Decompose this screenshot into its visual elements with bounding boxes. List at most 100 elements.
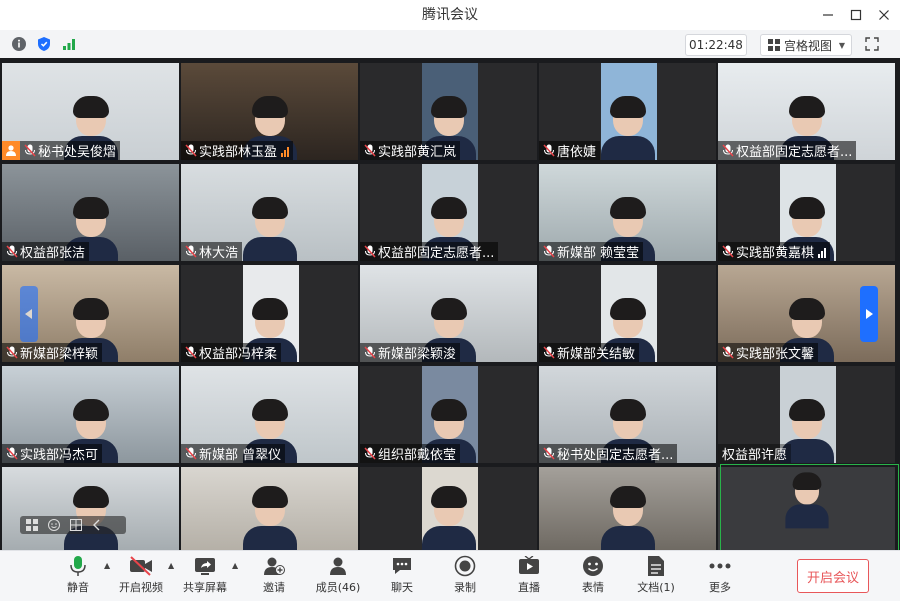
meeting-toolbar: 静音 ▲ 开启视频 ▲ 共享屏幕 ▲ 邀请 成员(46) 聊天 录制 直播 表情… <box>0 550 900 601</box>
participant-name-tag: 秘书处吴俊熠 <box>2 141 121 160</box>
meeting-timer: 01:22:48 <box>685 34 747 56</box>
participant-tile[interactable] <box>360 467 537 550</box>
video-tile-controls <box>20 516 126 534</box>
participant-name-tag: 实践部张文馨 <box>718 343 819 362</box>
chat-button[interactable]: 聊天 <box>384 554 420 598</box>
prev-page-button[interactable] <box>20 286 38 342</box>
invite-label: 邀请 <box>263 581 285 594</box>
muted-mic-icon <box>720 244 736 260</box>
leave-meeting-button[interactable]: 开启会议 <box>797 559 869 593</box>
participant-figure <box>600 96 655 160</box>
participant-tile[interactable]: 权益部许愿 <box>718 366 895 463</box>
participant-name: 权益部固定志愿者... <box>378 246 495 261</box>
grid-small-button[interactable] <box>70 519 82 531</box>
participant-tile[interactable] <box>539 467 716 550</box>
muted-mic-icon <box>183 143 199 159</box>
muted-mic-icon <box>362 446 378 462</box>
live-stream-icon <box>519 556 539 574</box>
participant-name: 权益部冯梓柔 <box>199 347 278 362</box>
layout-toggle-button[interactable] <box>26 519 38 531</box>
participant-name-tag: 新媒部梁颖浚 <box>360 343 461 362</box>
participant-tile[interactable]: 实践部林玉盈 <box>181 63 358 160</box>
muted-mic-icon <box>4 446 20 462</box>
participant-name: 秘书处固定志愿者... <box>557 448 674 463</box>
participant-tile[interactable]: 新媒部 赖莹莹 <box>539 164 716 261</box>
participant-name-tag: 新媒部关结敏 <box>539 343 640 362</box>
mute-button[interactable]: 静音 <box>58 554 98 598</box>
muted-mic-icon <box>541 446 557 462</box>
maximize-button[interactable] <box>845 5 867 25</box>
participant-name-tag: 组织部戴依莹 <box>360 444 461 463</box>
fullscreen-button[interactable] <box>862 35 882 53</box>
participant-tile[interactable]: 新媒部梁颖浚 <box>360 265 537 362</box>
mute-label: 静音 <box>67 581 89 594</box>
participant-tile[interactable]: 秘书处固定志愿者... <box>539 366 716 463</box>
collapse-controls-button[interactable] <box>92 519 100 531</box>
start-video-button[interactable]: 开启视频 <box>118 554 164 598</box>
participant-name: 组织部戴依莹 <box>378 448 457 463</box>
more-label: 更多 <box>709 581 731 594</box>
view-mode-dropdown[interactable]: 宫格视图 ▼ <box>760 34 852 56</box>
muted-mic-icon <box>183 446 199 462</box>
microphone-icon <box>70 556 86 576</box>
signal-icon <box>63 39 75 50</box>
muted-mic-icon <box>183 345 199 361</box>
participant-name-tag: 实践部林玉盈 <box>181 141 294 160</box>
muted-mic-icon <box>720 143 736 159</box>
share-screen-button[interactable]: 共享屏幕 <box>182 554 228 598</box>
participant-tile[interactable]: 实践部黄嘉棋 <box>718 164 895 261</box>
docs-label: 文档(1) <box>637 581 675 594</box>
participant-tile[interactable] <box>181 467 358 550</box>
info-icon <box>12 37 26 51</box>
participant-tile[interactable]: 组织部戴依莹 <box>360 366 537 463</box>
participant-name: 新媒部 赖莹莹 <box>557 246 640 261</box>
share-options-caret[interactable]: ▲ <box>232 561 238 570</box>
participant-name: 唐依婕 <box>557 145 597 160</box>
participant-tile[interactable] <box>2 467 179 550</box>
participant-name: 实践部林玉盈 <box>199 145 278 160</box>
security-button[interactable] <box>35 35 53 53</box>
next-page-button[interactable] <box>860 286 878 342</box>
participant-tile[interactable]: 秘书处吴俊熠 <box>2 63 179 160</box>
active-speaker-frame <box>720 464 899 552</box>
meeting-info-button[interactable] <box>10 35 28 53</box>
participant-tile[interactable]: 林大浩 <box>181 164 358 261</box>
participant-name: 权益部固定志愿者... <box>736 145 853 160</box>
muted-mic-icon <box>541 345 557 361</box>
participant-name-tag: 权益部冯梓柔 <box>181 343 282 362</box>
record-button[interactable]: 录制 <box>447 554 483 598</box>
participant-name: 秘书处吴俊熠 <box>38 145 117 160</box>
network-status-button[interactable] <box>60 35 78 53</box>
participant-tile[interactable]: 实践部冯杰可 <box>2 366 179 463</box>
participant-tile[interactable]: 实践部黄汇岚 <box>360 63 537 160</box>
share-screen-icon <box>195 558 215 575</box>
video-options-caret[interactable]: ▲ <box>168 561 174 570</box>
beauty-button[interactable] <box>48 519 60 531</box>
audio-level-icon <box>818 246 827 258</box>
more-button[interactable]: 更多 <box>702 554 738 598</box>
chevron-right-icon <box>866 309 873 319</box>
grid-icon <box>70 519 82 531</box>
invite-button[interactable]: 邀请 <box>256 554 292 598</box>
participant-tile[interactable]: 权益部固定志愿者... <box>718 63 895 160</box>
participant-figure <box>421 486 476 550</box>
participant-tile[interactable]: 权益部张洁 <box>2 164 179 261</box>
record-label: 录制 <box>454 581 476 594</box>
video-grid: 权益部许愿 秘书处固定志愿者... 组织部戴依莹 新媒部 曾翠仪 实践部冯杰可 实践部张文… <box>0 58 900 552</box>
participant-tile[interactable]: 新媒部关结敏 <box>539 265 716 362</box>
minimize-button[interactable] <box>817 5 839 25</box>
camera-off-icon <box>130 556 152 576</box>
emoji-button[interactable]: 表情 <box>575 554 611 598</box>
audio-options-caret[interactable]: ▲ <box>104 561 110 570</box>
participant-tile[interactable]: 新媒部 曾翠仪 <box>181 366 358 463</box>
participant-tile[interactable]: 唐依婕 <box>539 63 716 160</box>
members-button[interactable]: 成员(46) <box>313 554 363 598</box>
start-video-label: 开启视频 <box>119 581 163 594</box>
docs-button[interactable]: 文档(1) <box>634 554 678 598</box>
participant-tile[interactable]: 权益部固定志愿者... <box>360 164 537 261</box>
participant-tile[interactable]: 权益部冯梓柔 <box>181 265 358 362</box>
participant-name: 权益部张洁 <box>20 246 86 261</box>
close-button[interactable] <box>873 5 895 25</box>
live-button[interactable]: 直播 <box>511 554 547 598</box>
participant-name: 新媒部关结敏 <box>557 347 636 362</box>
